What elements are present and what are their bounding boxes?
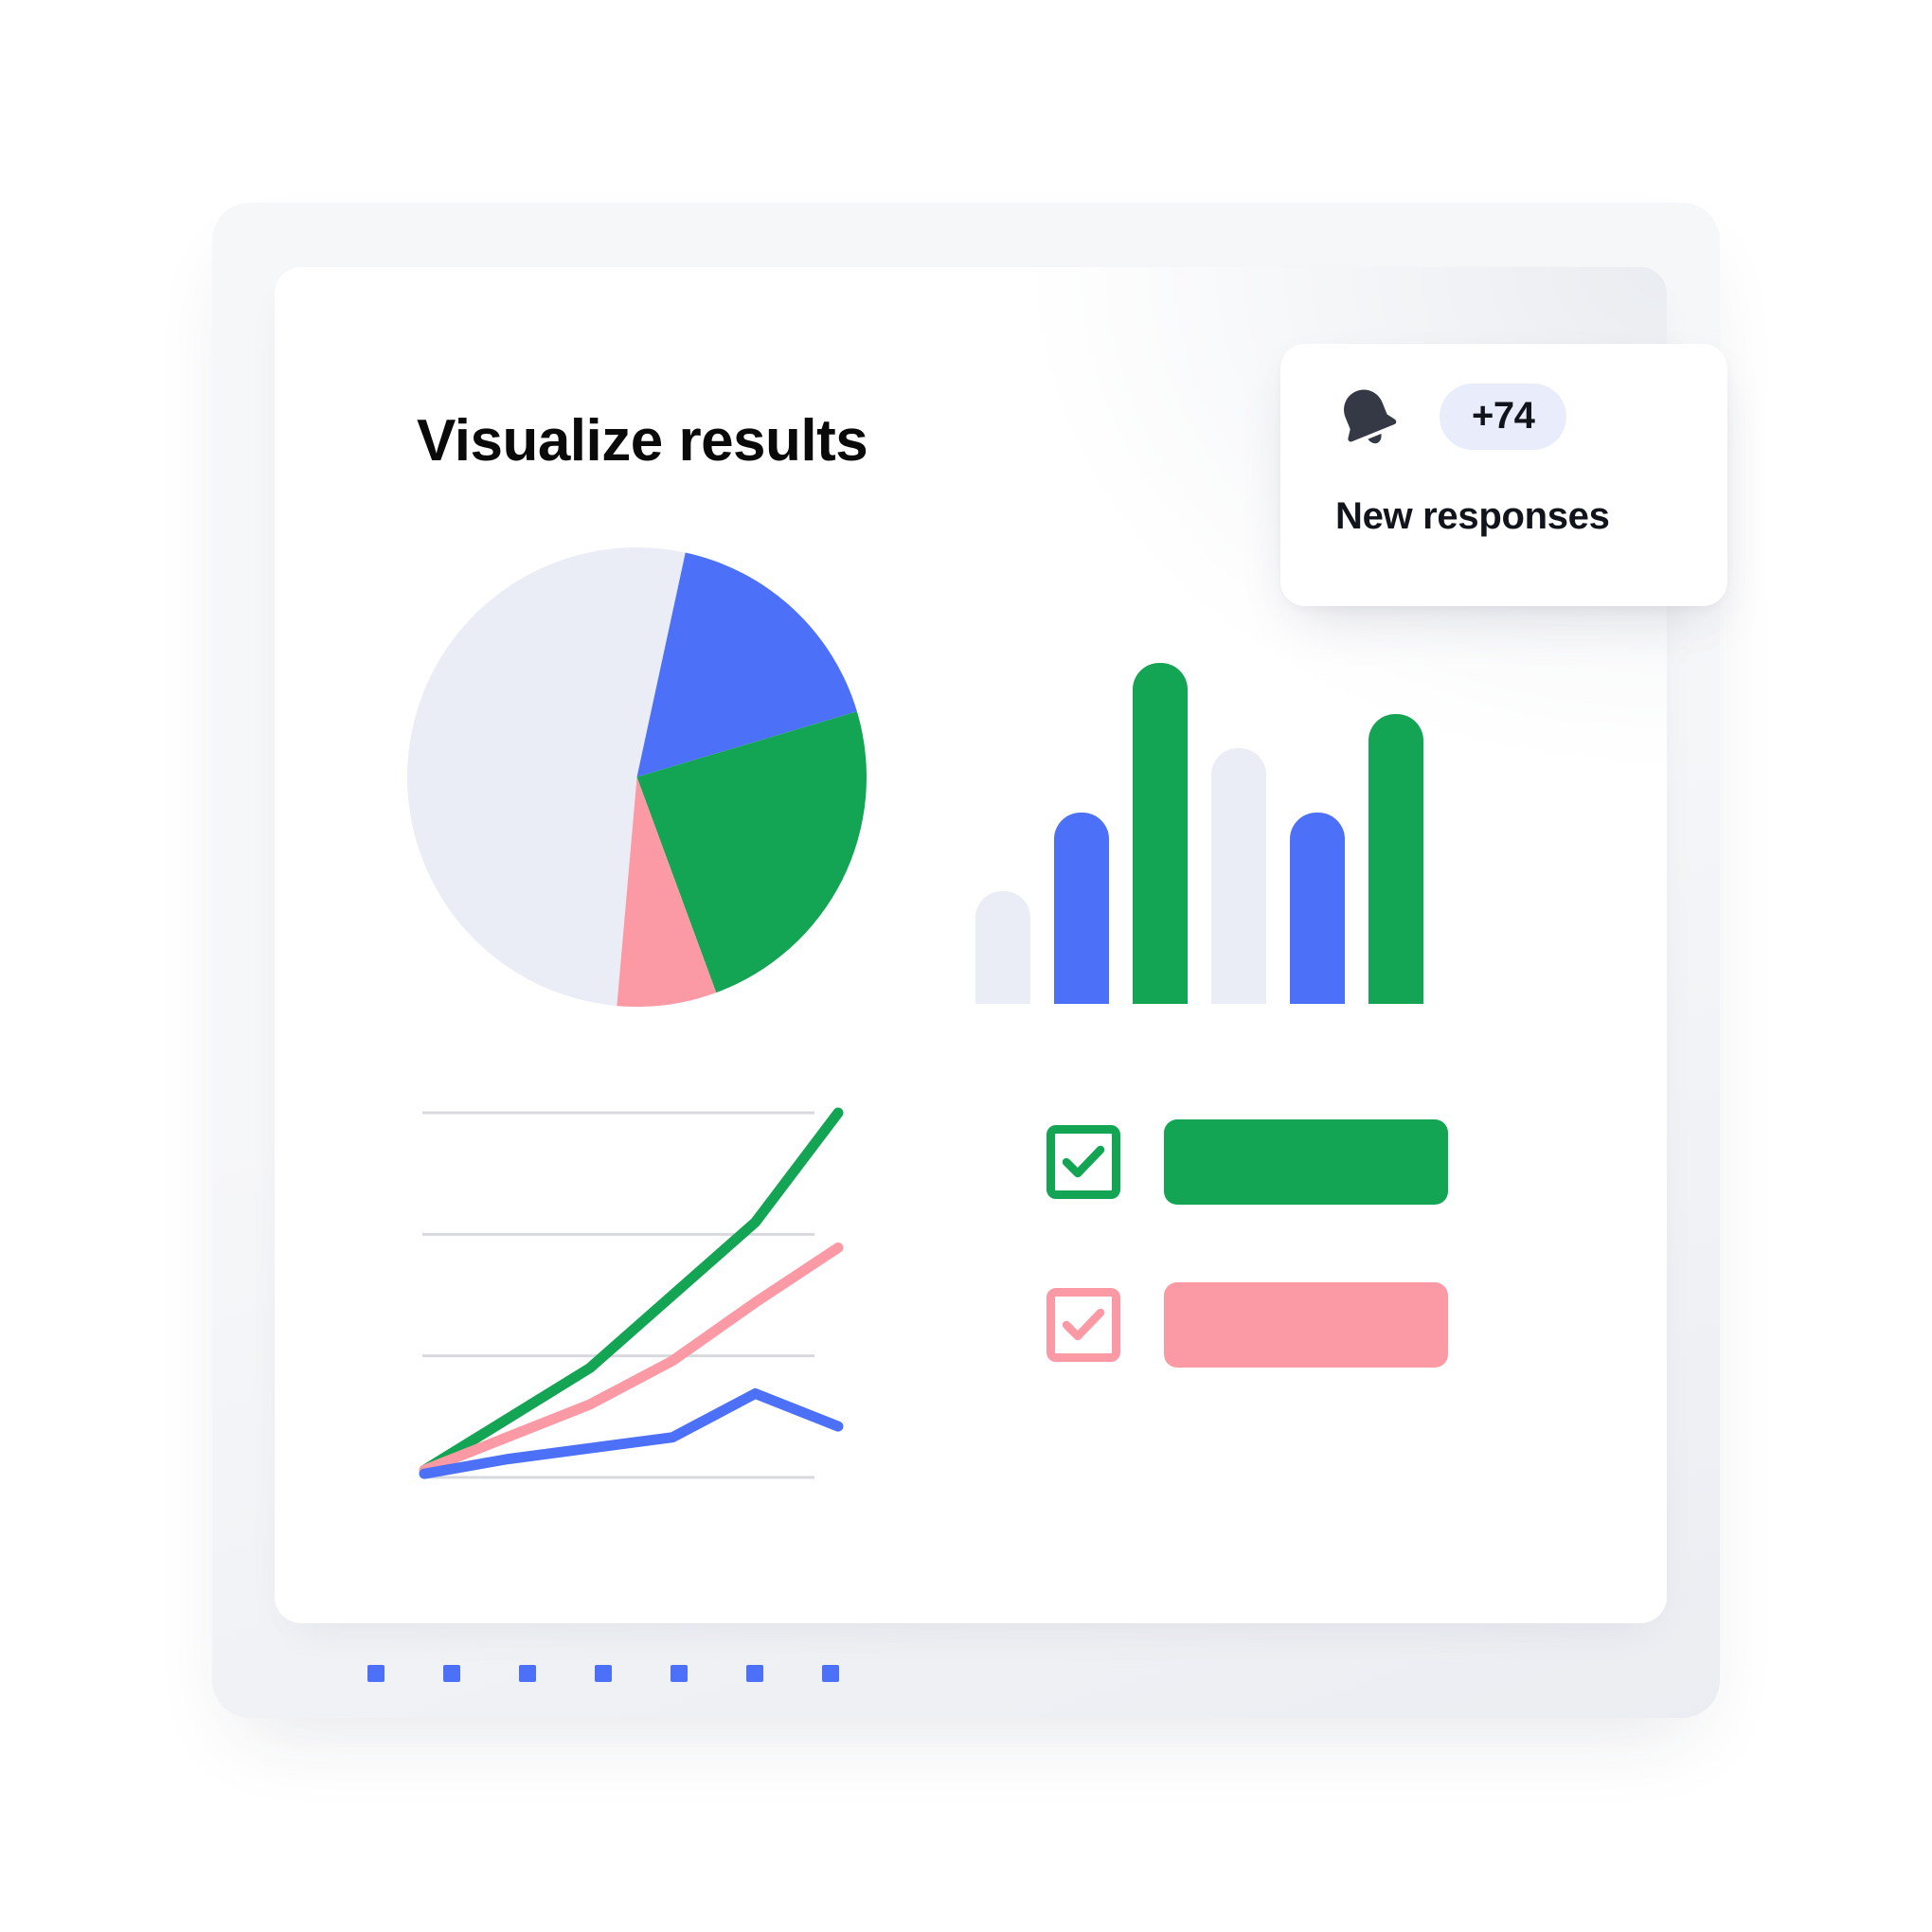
pie-chart <box>407 547 867 1007</box>
pagination-dots[interactable] <box>367 1665 839 1682</box>
answer-row[interactable] <box>1046 1282 1448 1368</box>
bar-chart-bar <box>1368 714 1423 1004</box>
answer-list <box>1046 1119 1501 1404</box>
bar-chart-bar <box>1290 813 1345 1004</box>
notification-header: +74 <box>1333 384 1567 450</box>
check-icon <box>1062 1308 1105 1341</box>
line-chart-gridlines <box>422 1111 814 1479</box>
pagination-dot[interactable] <box>595 1665 612 1682</box>
checkbox-pink-answer[interactable] <box>1046 1288 1120 1362</box>
bar-chart <box>975 663 1440 1004</box>
bar-chart-bar <box>975 891 1030 1004</box>
bell-icon <box>1333 384 1400 450</box>
pagination-dot[interactable] <box>519 1665 536 1682</box>
bell-icon-svg <box>1344 389 1397 444</box>
checkbox-green-answer[interactable] <box>1046 1125 1120 1199</box>
page-title: Visualize results <box>417 408 868 474</box>
line-chart-svg <box>419 1107 844 1479</box>
pagination-dot[interactable] <box>822 1665 839 1682</box>
answer-bar <box>1164 1119 1448 1205</box>
bar-chart-bar <box>1211 748 1266 1004</box>
pie-chart-svg <box>407 547 867 1007</box>
pagination-dot[interactable] <box>367 1665 385 1682</box>
pagination-dot[interactable] <box>671 1665 688 1682</box>
pagination-dot[interactable] <box>746 1665 763 1682</box>
pagination-dot[interactable] <box>443 1665 460 1682</box>
line-chart <box>407 1080 881 1506</box>
new-responses-badge: +74 <box>1440 384 1567 450</box>
check-icon <box>1062 1145 1105 1178</box>
new-responses-card[interactable]: +74 New responses <box>1280 344 1727 606</box>
bar-chart-bar <box>1133 663 1188 1004</box>
bar-chart-bar <box>1054 813 1109 1004</box>
answer-bar <box>1164 1282 1448 1368</box>
line-chart-series <box>419 1107 844 1479</box>
new-responses-label: New responses <box>1335 495 1610 537</box>
answer-row[interactable] <box>1046 1119 1448 1205</box>
screenshot-stage: Visualize results +74 New responses <box>0 0 1932 1932</box>
